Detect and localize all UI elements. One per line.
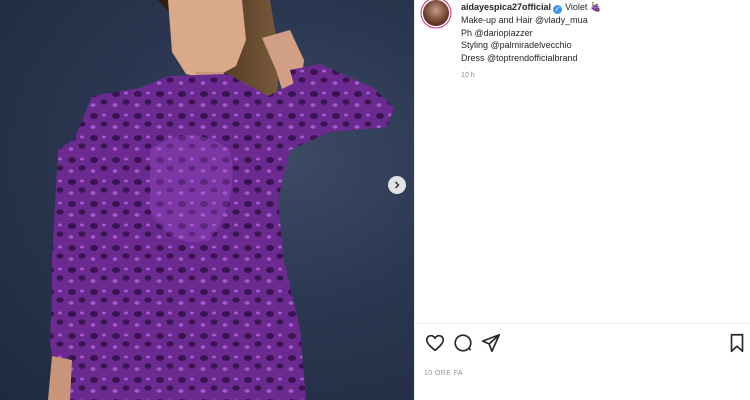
caption-line-styling: Styling @palmiradelvecchio	[461, 40, 572, 50]
bookmark-icon[interactable]	[726, 332, 748, 354]
divider	[415, 323, 750, 324]
instagram-post: aidayespica27official ✓ Violet 🍇 Make-up a…	[0, 0, 750, 400]
caption-line-dress: Dress @toptrendofficialbrand	[461, 52, 578, 63]
heart-icon[interactable]	[424, 332, 446, 354]
post-media[interactable]	[0, 0, 414, 400]
username-link[interactable]: aidayespica27official	[461, 2, 551, 12]
next-slide-button[interactable]	[388, 176, 406, 194]
caption-text: aidayespica27official ✓ Violet 🍇 Make-up a…	[461, 1, 601, 64]
comment-icon[interactable]	[452, 332, 474, 354]
caption-first-line: aidayespica27official ✓ Violet 🍇	[461, 1, 601, 14]
grape-emoji: 🍇	[589, 2, 602, 12]
chevron-right-icon	[395, 181, 400, 189]
post-photo	[48, 0, 394, 400]
caption-timestamp: 10 h	[461, 72, 475, 79]
action-bar	[415, 330, 750, 356]
caption-line-photo: Ph @dariopiazzer	[461, 27, 533, 38]
post-date: 10 ORE FA	[424, 370, 464, 377]
caption-title: Violet	[565, 2, 588, 12]
share-icon[interactable]	[480, 332, 502, 354]
avatar[interactable]	[423, 0, 449, 26]
caption-line-makeup: Make-up and Hair @vlady_mua	[461, 15, 588, 25]
verified-badge-icon: ✓	[553, 5, 563, 14]
post-sidebar: aidayespica27official ✓ Violet 🍇 Make-up a…	[414, 0, 750, 400]
